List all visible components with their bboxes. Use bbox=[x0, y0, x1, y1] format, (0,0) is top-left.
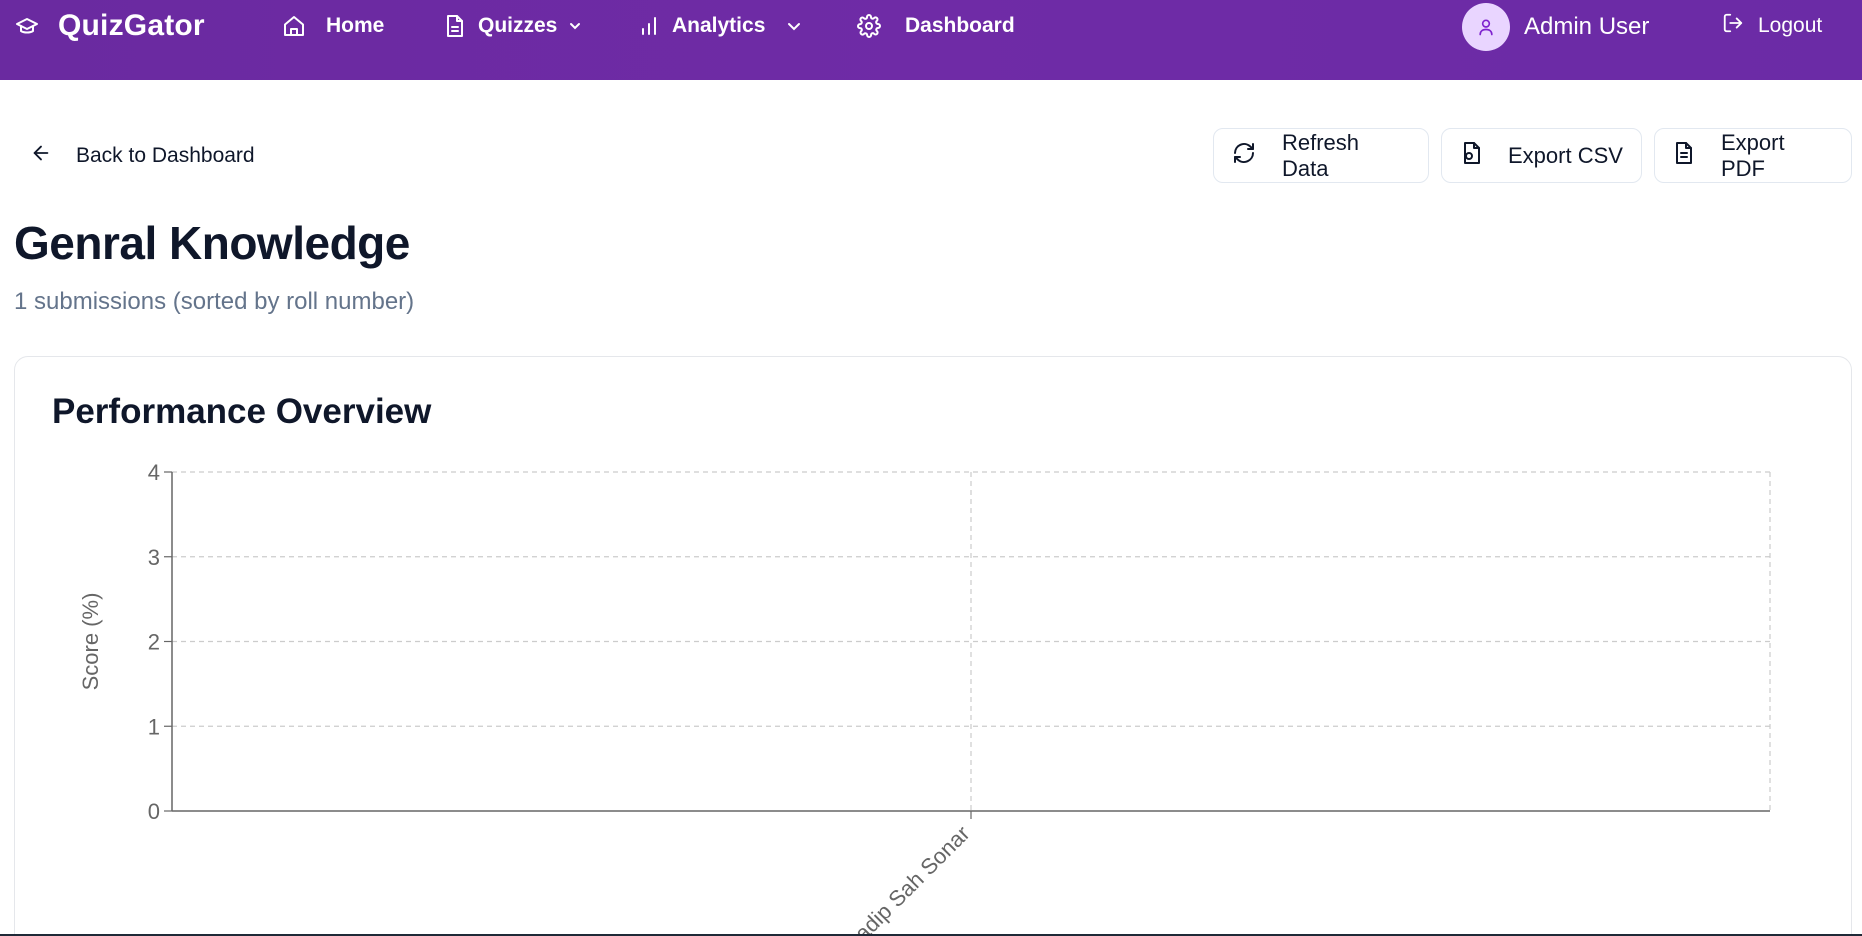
y-axis-label: Score (%) bbox=[78, 593, 103, 691]
x-tick-label: Pradip Sah Sonar bbox=[834, 821, 974, 936]
performance-chart: 0 1 2 3 4 Pradip Sah Sonar Score (%) bbox=[78, 460, 1771, 936]
y-tick-label: 0 bbox=[148, 799, 160, 824]
y-tick-label: 2 bbox=[148, 630, 160, 655]
y-tick-label: 4 bbox=[148, 460, 160, 485]
y-tick-label: 3 bbox=[148, 545, 160, 570]
y-tick-label: 1 bbox=[148, 714, 160, 739]
